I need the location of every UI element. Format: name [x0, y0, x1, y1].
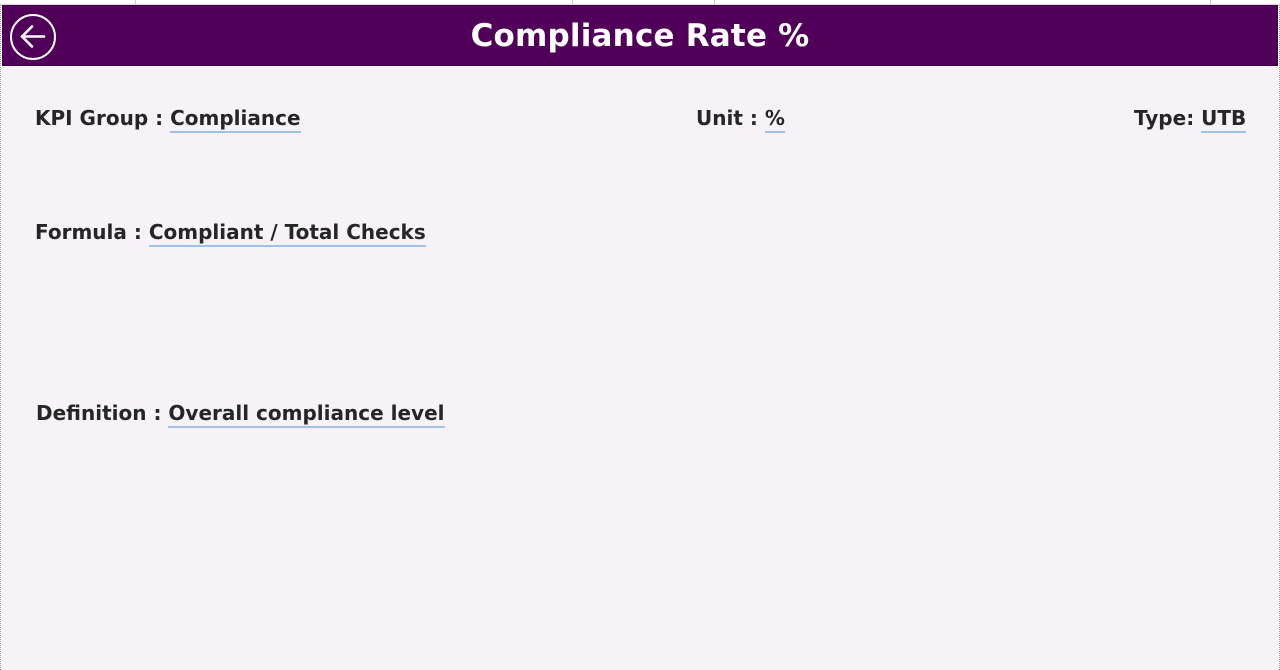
type-value: UTB — [1201, 106, 1247, 133]
kpi-group-field: KPI Group : Compliance — [35, 106, 301, 133]
title-banner: Compliance Rate % — [2, 5, 1278, 66]
ribbon-separator — [135, 0, 136, 4]
type-field: Type: UTB — [1134, 106, 1247, 133]
ribbon-separator — [1210, 0, 1211, 4]
unit-field: Unit : % — [696, 106, 785, 133]
unit-value: % — [764, 106, 785, 133]
definition-label: Definition : — [36, 401, 169, 425]
page-title: Compliance Rate % — [470, 18, 810, 54]
kpi-definition-sheet — [2, 5, 1278, 670]
formula-value: Compliant / Total Checks — [148, 220, 426, 247]
kpi-group-label: KPI Group : — [35, 106, 171, 130]
ribbon-separator — [714, 0, 715, 4]
unit-label: Unit : — [696, 106, 765, 130]
definition-value: Overall compliance level — [168, 401, 445, 428]
type-label: Type: — [1134, 106, 1202, 130]
kpi-group-value: Compliance — [170, 106, 301, 133]
formula-field: Formula : Compliant / Total Checks — [35, 220, 426, 247]
formula-label: Formula : — [35, 220, 149, 244]
ribbon-separator — [572, 0, 573, 4]
definition-field: Definition : Overall compliance level — [36, 401, 445, 428]
